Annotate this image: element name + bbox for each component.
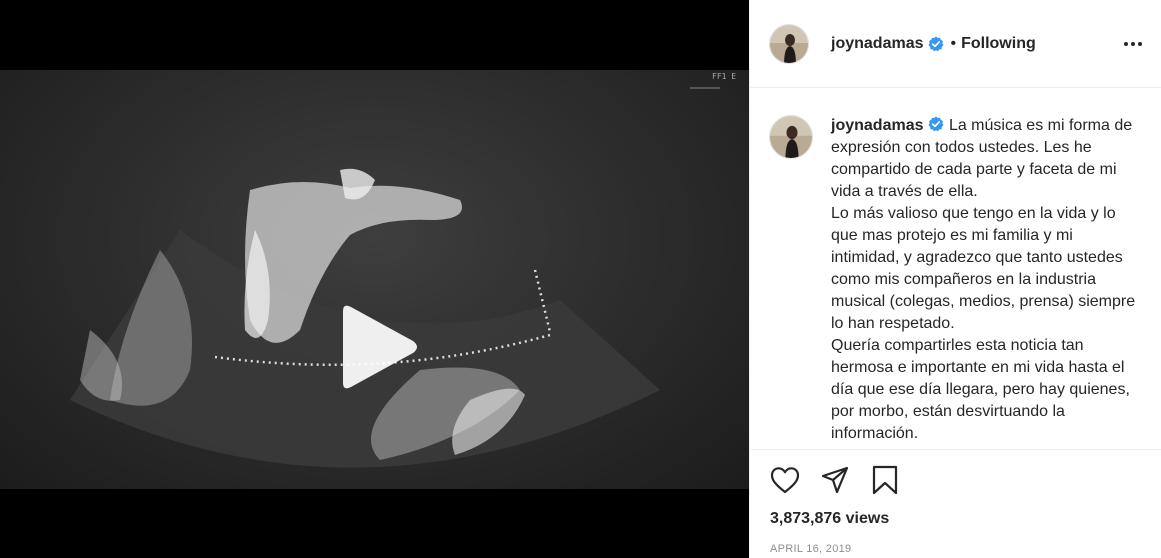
bookmark-icon bbox=[872, 465, 898, 495]
play-icon bbox=[343, 305, 417, 389]
play-button[interactable] bbox=[335, 303, 419, 391]
caption-text: joynadamas La música es mi forma de expr… bbox=[831, 115, 1136, 445]
post-details-panel: joynadamas • Following joynadamas La mús… bbox=[749, 0, 1161, 558]
more-options-button[interactable] bbox=[1121, 32, 1145, 56]
caption-comment: joynadamas La música es mi forma de expr… bbox=[769, 115, 1142, 445]
caption-username[interactable]: joynadamas bbox=[831, 117, 923, 134]
view-count[interactable]: 3,873,876 views bbox=[750, 510, 1161, 528]
save-button[interactable] bbox=[869, 464, 901, 496]
profile-photo-icon bbox=[770, 116, 812, 158]
comments-section[interactable]: joynadamas La música es mi forma de expr… bbox=[750, 89, 1161, 449]
avatar[interactable] bbox=[769, 23, 809, 64]
post-date[interactable]: APRIL 16, 2019 bbox=[750, 543, 1161, 555]
verified-badge-icon bbox=[928, 116, 944, 132]
more-options-icon bbox=[1124, 41, 1142, 46]
post-header: joynadamas • Following bbox=[750, 0, 1161, 88]
post-actions-area: 3,873,876 views APRIL 16, 2019 bbox=[750, 449, 1161, 558]
share-button[interactable] bbox=[819, 464, 851, 496]
paper-plane-icon bbox=[821, 466, 849, 494]
post-media: FF1 E bbox=[0, 0, 749, 558]
following-button[interactable]: Following bbox=[961, 35, 1036, 53]
caption-body: La música es mi forma de expresión con t… bbox=[831, 117, 1136, 442]
separator-dot: • bbox=[950, 34, 957, 52]
video-player[interactable]: FF1 E bbox=[0, 70, 749, 489]
caption-avatar[interactable] bbox=[769, 115, 813, 159]
verified-badge-icon bbox=[928, 36, 944, 52]
header-username[interactable]: joynadamas bbox=[831, 35, 923, 53]
like-button[interactable] bbox=[769, 464, 801, 496]
ultrasound-video-frame: FF1 E bbox=[70, 72, 736, 468]
svg-text:FF1 E: FF1 E bbox=[712, 72, 736, 81]
profile-photo-icon bbox=[770, 24, 808, 63]
action-bar bbox=[750, 450, 1161, 510]
heart-icon bbox=[770, 467, 800, 494]
